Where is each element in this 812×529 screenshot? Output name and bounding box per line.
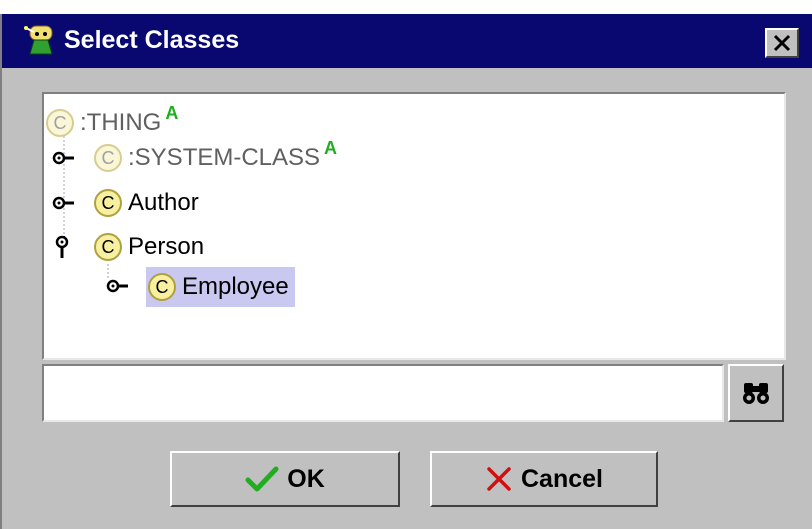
title-bar[interactable]: Select Classes (2, 14, 812, 68)
search-input[interactable] (42, 364, 724, 422)
ok-button[interactable]: OK (170, 451, 400, 507)
tree-node-system-class[interactable]: C :SYSTEM-CLASS A (94, 137, 338, 177)
class-icon: C (94, 144, 122, 172)
tree-node-person[interactable]: C Person (94, 228, 204, 266)
ok-label: OK (287, 464, 325, 493)
x-icon (485, 465, 513, 493)
wizard-icon (24, 25, 53, 55)
abstract-marker: A (165, 102, 179, 123)
dialog-title: Select Classes (64, 26, 240, 54)
close-icon (773, 34, 791, 52)
binoculars-icon (743, 383, 769, 404)
cancel-label: Cancel (521, 464, 603, 493)
tree-node-label: :THING (80, 109, 162, 136)
cancel-button[interactable]: Cancel (430, 451, 658, 507)
tree-node-thing[interactable]: C :THING A (46, 102, 179, 142)
class-tree[interactable]: C :THING A C :SYSTEM-CLASS A C Author C … (42, 92, 786, 360)
tree-node-label: :SYSTEM-CLASS (128, 144, 321, 171)
tree-node-author[interactable]: C Author (94, 184, 199, 222)
tree-node-label: Person (128, 233, 205, 260)
class-icon: C (148, 273, 176, 301)
search-button[interactable] (728, 364, 784, 422)
expand-handle-expanded-icon[interactable] (52, 234, 72, 260)
abstract-marker: A (324, 137, 338, 158)
class-icon: C (94, 233, 122, 261)
checkmark-icon (245, 465, 279, 493)
close-button[interactable] (765, 28, 799, 58)
tree-node-label: Author (128, 189, 199, 216)
select-classes-dialog: Select Classes C :THING A C :SYSTEM-CLAS… (0, 14, 812, 529)
class-icon: C (94, 189, 122, 217)
expand-handle-collapsed-icon[interactable] (106, 278, 132, 294)
expand-handle-collapsed-icon[interactable] (52, 195, 78, 211)
tree-node-label: Employee (182, 273, 289, 300)
class-icon: C (46, 109, 74, 137)
expand-handle-collapsed-icon[interactable] (52, 150, 78, 166)
tree-node-employee[interactable]: C Employee (146, 267, 295, 307)
